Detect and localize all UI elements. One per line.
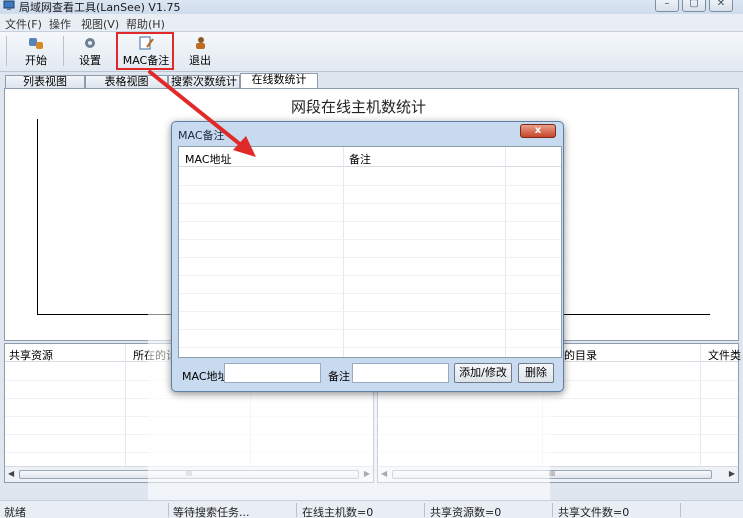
title-bar: 局域网查看工具(LanSee) V1.75 – ▢ ✕	[0, 0, 743, 14]
window-title: 局域网查看工具(LanSee) V1.75	[19, 1, 181, 14]
minimize-button[interactable]: –	[655, 0, 679, 12]
column-divider	[343, 147, 344, 357]
tab-online-stats[interactable]: 在线数统计	[240, 73, 318, 89]
status-shared-files: 共享文件数=0	[558, 506, 630, 518]
column-divider	[700, 344, 701, 482]
scroll-right-icon[interactable]: ▶	[729, 469, 735, 478]
close-window-button[interactable]: ✕	[709, 0, 733, 12]
mac-note-list[interactable]: MAC地址 备注	[178, 146, 562, 358]
grid-line	[179, 311, 561, 312]
column-file-type[interactable]: 文件类	[708, 347, 741, 363]
status-separator	[424, 503, 425, 517]
menu-file[interactable]: 文件(F)	[5, 16, 42, 32]
settings-label: 设置	[79, 54, 101, 67]
exit-label: 退出	[189, 54, 211, 67]
toolbar-grip	[6, 36, 7, 66]
mac-note-dialog: MAC备注 x MAC地址 备注 MAC地址 备注 添加/修改 删除	[171, 121, 564, 392]
status-ready: 就绪	[4, 506, 26, 518]
status-separator	[168, 503, 169, 517]
status-separator	[296, 503, 297, 517]
status-separator	[552, 503, 553, 517]
start-icon	[29, 38, 43, 49]
grid-line	[179, 257, 561, 258]
chart-y-axis	[37, 119, 38, 315]
scroll-left-icon[interactable]: ◀	[8, 469, 14, 478]
start-button[interactable]: 开始	[11, 34, 61, 70]
grid-line	[179, 221, 561, 222]
note-input[interactable]	[352, 363, 449, 383]
status-task: 等待搜索任务...	[173, 506, 250, 518]
tab-search-stats[interactable]: 搜索次数统计	[168, 75, 240, 89]
tab-table-view[interactable]: 表格视图	[85, 75, 168, 89]
exit-icon	[196, 37, 205, 49]
column-note[interactable]: 备注	[349, 151, 371, 167]
column-mac-address[interactable]: MAC地址	[185, 151, 232, 167]
status-separator	[680, 503, 681, 517]
settings-icon	[85, 38, 95, 48]
dialog-title: MAC备注	[178, 129, 225, 142]
tab-list-view[interactable]: 列表视图	[5, 75, 85, 89]
status-online-hosts: 在线主机数=0	[302, 506, 374, 518]
grid-line	[179, 239, 561, 240]
add-modify-button[interactable]: 添加/修改	[454, 363, 512, 383]
start-label: 开始	[25, 54, 47, 67]
chart-title: 网段在线主机数统计	[291, 98, 427, 116]
menu-bar: 文件(F) 操作 视图(V) 帮助(H)	[0, 14, 743, 32]
app-icon	[3, 0, 15, 10]
grid-line	[179, 275, 561, 276]
column-divider	[505, 147, 506, 357]
grid-line	[179, 329, 561, 330]
toolbar: 开始 设置 MAC备注 退出	[0, 32, 743, 72]
column-divider	[125, 344, 126, 482]
note-label: 备注	[328, 370, 350, 383]
dialog-edit-row: MAC地址 备注 添加/修改 删除	[178, 362, 562, 386]
settings-button[interactable]: 设置	[65, 34, 115, 70]
status-shared-resources: 共享资源数=0	[430, 506, 502, 518]
status-bar: 就绪 等待搜索任务... 在线主机数=0 共享资源数=0 共享文件数=0	[0, 500, 743, 518]
mac-address-input[interactable]	[224, 363, 321, 383]
exit-button[interactable]: 退出	[175, 34, 225, 70]
grid-line	[179, 185, 561, 186]
mac-address-label: MAC地址	[182, 370, 229, 383]
toolbar-separator	[63, 36, 64, 66]
menu-help[interactable]: 帮助(H)	[126, 16, 165, 32]
annotation-highlight-box	[116, 32, 174, 70]
column-directory[interactable]: 的目录	[564, 347, 597, 363]
column-shared-resource[interactable]: 共享资源	[9, 347, 53, 363]
dialog-close-button[interactable]: x	[520, 124, 556, 138]
grid-line	[179, 347, 561, 348]
tab-bar: 列表视图 表格视图 搜索次数统计 在线数统计	[0, 72, 743, 89]
grid-line	[179, 293, 561, 294]
menu-view[interactable]: 视图(V)	[81, 16, 119, 32]
delete-button[interactable]: 删除	[518, 363, 554, 383]
maximize-button[interactable]: ▢	[682, 0, 706, 12]
menu-operate[interactable]: 操作	[49, 16, 71, 32]
grid-line	[179, 203, 561, 204]
mac-list-header: MAC地址 备注	[179, 147, 561, 167]
